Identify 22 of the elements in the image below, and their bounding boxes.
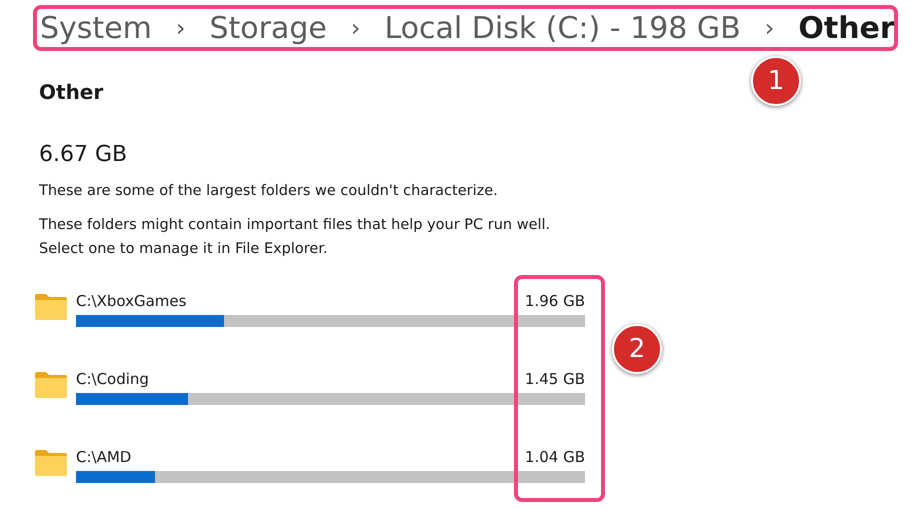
breadcrumb-item[interactable]: System [40,10,152,46]
chevron-separator: › [764,14,774,42]
breadcrumb-item: Other [798,10,895,46]
folder-path[interactable]: C:\AMD [76,448,132,466]
total-size: 6.67 GB [39,142,128,167]
folder-size: 1.96 GB [524,292,585,310]
folder-icon [34,293,68,321]
hint-text: These folders might contain important files that help your PC run well. Select one to manage it in File Explorer. [39,216,552,259]
chevron-separator: › [176,14,186,42]
breadcrumb-item[interactable]: Local Disk (C:) - 198 GB [384,10,741,46]
chevron-separator: › [350,14,360,42]
description: These are some of the largest folders we couldn't characterize. [39,182,499,201]
step-badge: 1 [751,56,801,106]
step-badge: 2 [612,324,662,374]
page-heading: Other [39,80,104,104]
folder-icon [34,449,68,477]
folder-size: 1.45 GB [524,370,585,388]
folder-icon [34,371,68,399]
folder-size: 1.04 GB [524,448,585,466]
folder-path[interactable]: C:\XboxGames [76,292,186,310]
breadcrumb-item[interactable]: Storage [209,10,327,46]
folder-path[interactable]: C:\Coding [76,370,149,388]
